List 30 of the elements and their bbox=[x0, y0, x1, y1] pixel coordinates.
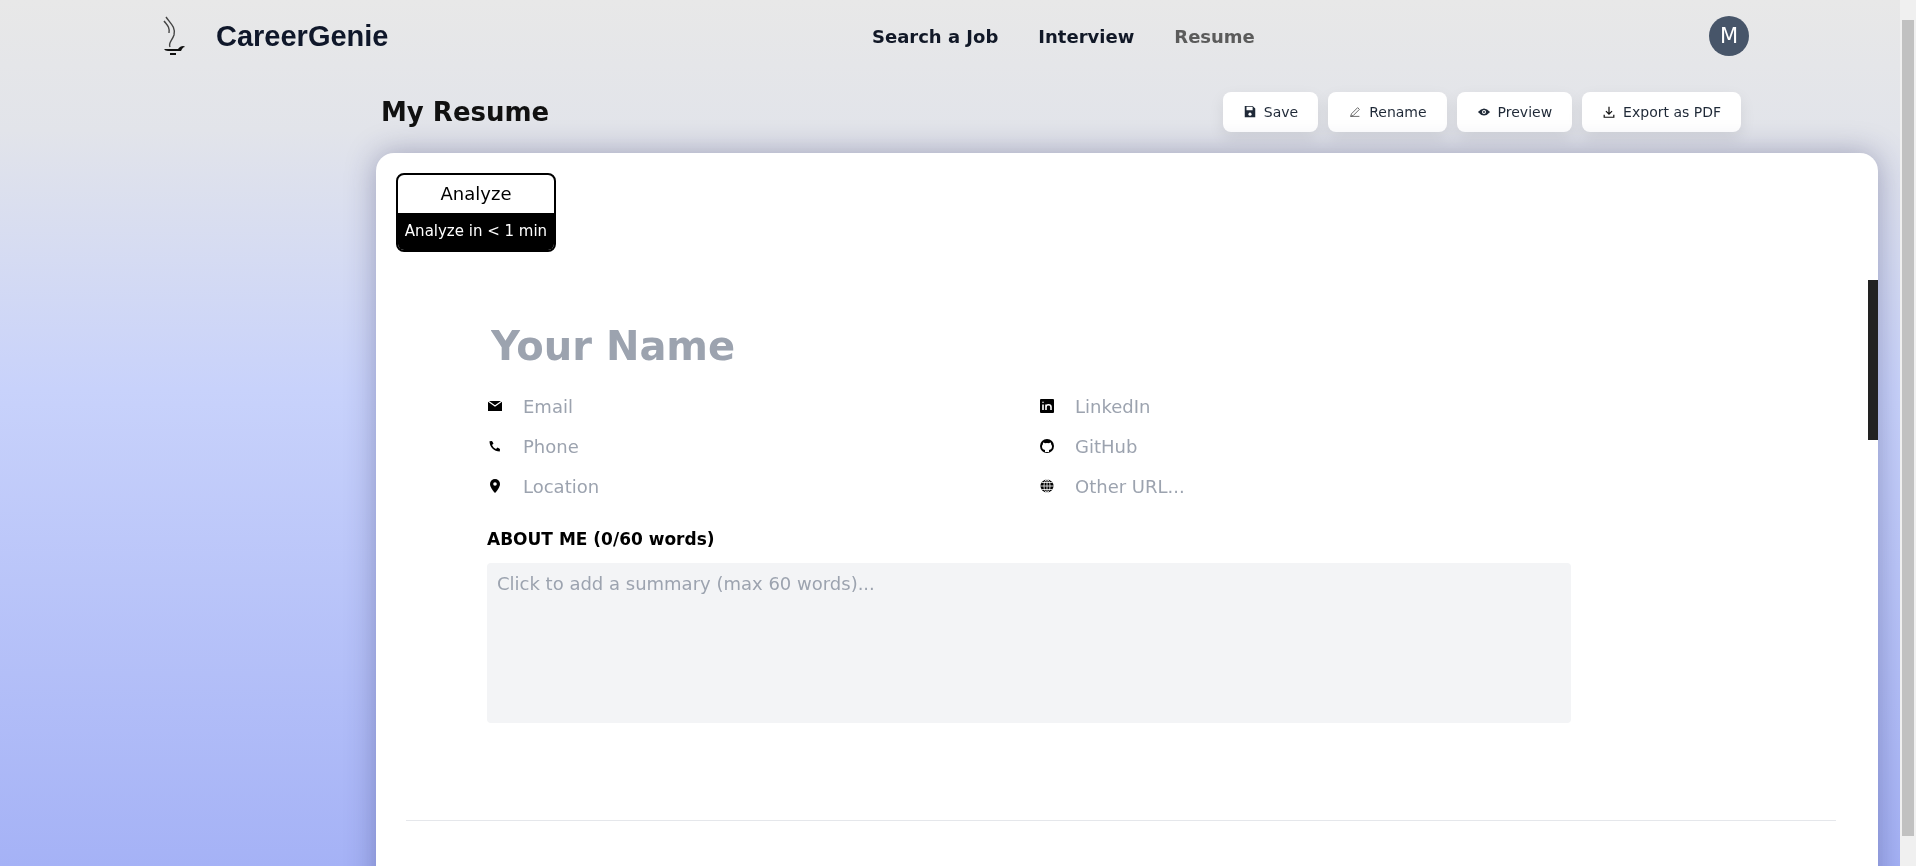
map-pin-icon bbox=[487, 478, 503, 494]
scrollbar-thumb[interactable] bbox=[1868, 280, 1878, 440]
email-field[interactable]: Email bbox=[521, 394, 845, 418]
envelope-icon bbox=[487, 398, 503, 414]
linkedin-icon bbox=[1039, 398, 1055, 414]
export-button[interactable]: Export as PDF bbox=[1582, 92, 1741, 132]
rename-button[interactable]: Rename bbox=[1328, 92, 1447, 132]
page-scrollbar[interactable] bbox=[1900, 0, 1916, 866]
web-field[interactable]: Other URL... bbox=[1073, 474, 1397, 498]
github-field[interactable]: GitHub bbox=[1073, 434, 1397, 458]
download-icon bbox=[1602, 105, 1617, 119]
save-button[interactable]: Save bbox=[1222, 92, 1319, 132]
phone-icon bbox=[487, 438, 503, 454]
preview-button[interactable]: Preview bbox=[1456, 92, 1573, 132]
nav-link[interactable]: Search a Job bbox=[872, 25, 999, 47]
github-icon bbox=[1039, 438, 1055, 454]
nav-link[interactable]: Interview bbox=[1038, 25, 1135, 47]
location-field[interactable]: Location bbox=[521, 474, 845, 498]
brand-name: CareerGenie bbox=[216, 19, 389, 53]
nav-link[interactable]: Resume bbox=[1174, 25, 1255, 47]
linkedin-field[interactable]: LinkedIn bbox=[1073, 394, 1397, 418]
pencil-icon bbox=[1348, 105, 1363, 119]
summary-field[interactable]: Click to add a summary (max 60 words)... bbox=[487, 563, 1571, 723]
user-avatar[interactable]: M bbox=[1709, 16, 1749, 56]
analyze-button[interactable]: Analyze Analyze in < 1 min bbox=[396, 173, 556, 252]
name-field[interactable]: Your Name bbox=[487, 323, 1091, 369]
globe-icon bbox=[1039, 478, 1055, 494]
phone-field[interactable]: Phone bbox=[521, 434, 845, 458]
about-me-label: ABOUT ME (0/60 words) bbox=[487, 529, 716, 549]
page-title: My Resume bbox=[381, 97, 550, 127]
